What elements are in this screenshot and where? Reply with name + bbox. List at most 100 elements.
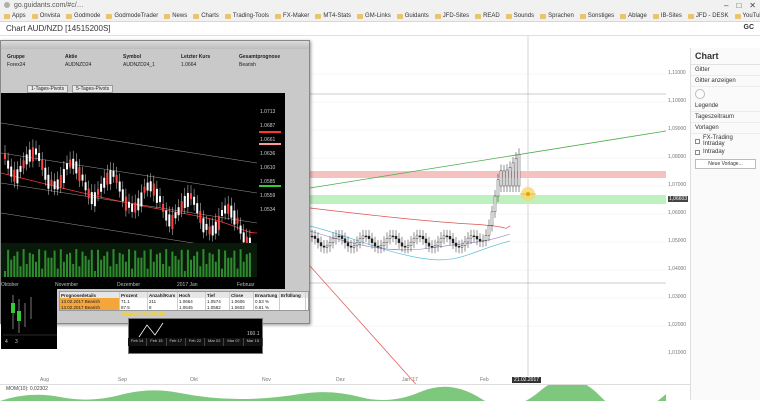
bookmark-item[interactable]: Sonstiges [579,13,614,19]
folder-icon [224,13,231,19]
forecast-time-label: Februar [237,282,255,288]
bookmark-item[interactable]: Onvista [31,13,60,19]
forecast-cell [280,304,306,310]
secondary-chart-window[interactable]: 160.1 [128,318,263,354]
time-tick-label: Sep [118,377,127,383]
price-tick-label: 1,05000 [668,238,687,244]
secondary-value: 160.1 [247,331,260,337]
folder-icon [734,13,741,19]
forecast-price-label: 1.0534 [260,207,276,213]
bookmark-item[interactable]: Apps [4,13,26,19]
price-tick-label: 1,09000 [668,126,687,132]
folder-icon [164,13,171,19]
forecast-time-label: Oktober [1,282,19,288]
bookmarks-bar: Apps Onvista Godmode GodmodeTrader News Chart… [0,10,760,22]
time-tick-label: Okt [190,377,198,383]
bookmark-item[interactable]: GodmodeTrader [106,13,158,19]
forecast-cell: 87.5 [120,304,148,310]
time-tick-label: Feb [480,377,489,383]
template-label: FX-Trading Intraday [703,135,733,147]
folder-icon [193,13,200,19]
secondary-time-label: Feb 15 [147,338,167,346]
pivot-tab[interactable]: 1-Tages-Pivots [27,85,69,93]
secondary-time-label: Mar 02 [205,338,225,346]
pivot-tab[interactable]: 5-Tages-Pivots [72,85,114,93]
popup-titlebar[interactable] [1,41,309,49]
bookmark-item[interactable]: Trading-Tools [224,13,269,19]
bookmark-item[interactable]: Godmode [66,13,100,19]
time-tick-label: Dez [336,377,345,383]
forecast-price-label: 1.0661 [260,137,276,143]
price-tick-label: 1,10000 [668,98,687,104]
window-controls: – □ ✕ [724,1,756,10]
bookmark-item[interactable]: News [164,13,187,19]
bookmark-item[interactable]: Charts [193,13,219,19]
bookmark-item[interactable]: GM-Links [357,13,391,19]
folder-icon [357,13,364,19]
price-axis: 1,11000 1,10000 1,09000 1,08000 1,07000 1,060… [666,40,690,380]
bookmark-item[interactable]: IB-Sites [652,13,682,19]
folder-icon [579,13,586,19]
bookmark-item[interactable]: Guidants [396,13,429,19]
maximize-icon[interactable]: □ [736,1,741,10]
price-tick-label: 1,02000 [668,322,687,328]
logo: GC [743,24,755,31]
bookmark-item[interactable]: Sounds [505,13,534,19]
bookmark-item[interactable]: Sprachen [540,13,574,19]
svg-text:3: 3 [15,339,18,345]
bookmark-item[interactable]: FX-Maker [275,13,309,19]
bookmark-item[interactable]: Ablage [620,13,647,19]
folder-icon [505,13,512,19]
pivot-tabs: 1-Tages-Pivots 5-Tages-Pivots [27,85,114,93]
grid-section[interactable]: Gitter [691,65,760,76]
bookmark-item[interactable]: JFD-Sites [434,13,469,19]
forecast-chart-svg [0,122,258,277]
watermark: www.forexbull.de [121,311,167,317]
folder-icon [4,13,10,19]
templates-section[interactable]: Vorlagen [691,123,760,134]
checkbox-icon[interactable] [695,149,700,155]
current-price-label: 1,06603 [668,196,689,202]
secondary-time-label: Feb 17 [167,338,186,346]
bookmark-item[interactable]: READ [475,13,500,19]
time-tick-label: Jan '17 [402,377,418,383]
moving-average-red [309,207,511,229]
bookmark-item[interactable]: YouTube [734,13,760,19]
table-cell: AUDNZD24 [65,62,92,68]
momentum-svg [0,385,666,401]
new-template-button[interactable]: Neue Vorlage... [695,159,756,169]
forecast-popup-window[interactable]: Gruppe Aktie Symbol Letzter Kurs Gesamtprogn… [0,40,310,349]
folder-icon [652,13,659,19]
instrument-table: Gruppe Aktie Symbol Letzter Kurs Gesamtprogn… [5,53,305,69]
time-tick-label: Aug [40,377,49,383]
close-icon[interactable]: ✕ [749,1,756,10]
forecast-details-table: Prognosedetails Prozent Anzahl/Kurs Hoch Tie… [59,291,309,311]
forecast-cell: 1.0582 [206,304,230,310]
time-range-section[interactable]: Tageszeitraum [691,112,760,123]
folder-icon [620,13,627,19]
momentum-panel[interactable]: MOM(10): 0,02302 [0,384,690,401]
time-axis: Aug Sep Okt Nov Dez Jan '17 Feb [0,376,690,384]
address-bar[interactable]: go.guidants.com/#c/… [0,0,84,10]
forecast-cell: 0.61 % [254,304,280,310]
price-tick-label: 1,04000 [668,266,687,272]
legend-section[interactable]: Legende [691,101,760,112]
bookmark-item[interactable]: JFD - DESK [687,13,729,19]
forecast-price-label: 1.0610 [260,165,276,171]
lock-icon [4,2,10,8]
table-row[interactable]: 13.02.2017 Bearish 87.5 8 1.0645 1.0582 1.060… [60,304,308,310]
minimize-icon[interactable]: – [724,1,728,10]
svg-text:4: 4 [5,339,8,345]
forecast-chart[interactable]: www.forexbull.de [0,93,285,317]
address-text[interactable]: go.guidants.com/#c/… [14,2,84,9]
price-tick-label: 1,06000 [668,210,687,216]
secondary-time-label: Mar 07 [224,338,244,346]
bookmark-item[interactable]: MT4-Stats [315,13,351,19]
template-intraday[interactable]: Intraday [691,148,760,156]
forecast-price-label: 1.0687 [260,123,276,129]
price-tick-label: 1,07000 [668,182,687,188]
trend-line-green [309,130,667,189]
checkbox-icon[interactable] [695,138,700,144]
template-fx-intraday[interactable]: FX-Trading Intraday [691,134,760,148]
show-grid-toggle[interactable] [695,89,705,99]
